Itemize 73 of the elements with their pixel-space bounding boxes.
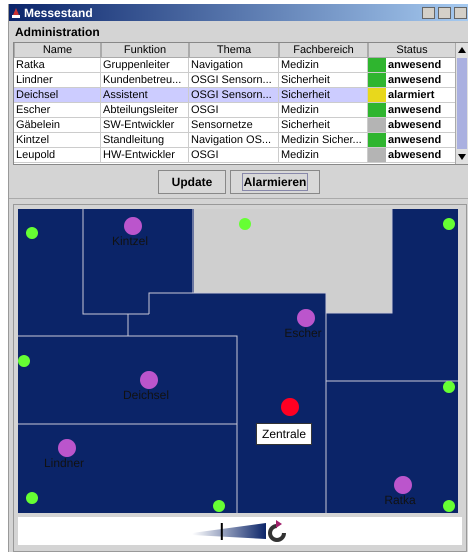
table-cell: Navigation bbox=[189, 58, 279, 73]
table-cell: OSGI Sensorn... bbox=[189, 73, 279, 88]
alarm-button[interactable]: Alarmieren bbox=[230, 170, 320, 194]
person-marker[interactable] bbox=[140, 371, 158, 389]
column-header[interactable]: Funktion bbox=[101, 43, 189, 58]
table-cell: SW-Entwickler bbox=[101, 118, 189, 133]
table-cell: Medizin Sicher... bbox=[279, 133, 368, 148]
person-marker[interactable] bbox=[394, 476, 412, 494]
refresh-icon[interactable] bbox=[266, 519, 288, 543]
center-marker[interactable] bbox=[281, 398, 299, 416]
zoom-slider[interactable] bbox=[192, 521, 266, 541]
table-cell: Medizin bbox=[279, 103, 368, 118]
person-label: Ratka bbox=[384, 493, 416, 507]
section-title: Administration bbox=[14, 24, 101, 41]
column-header[interactable]: Thema bbox=[189, 43, 279, 58]
person-marker[interactable] bbox=[58, 439, 76, 457]
table-cell: Gruppenleiter bbox=[101, 58, 189, 73]
sensor-dot bbox=[213, 500, 225, 512]
status-cell: anwesend bbox=[386, 133, 455, 148]
table-cell: Standleitung bbox=[101, 133, 189, 148]
table-cell: Sicherheit bbox=[279, 73, 368, 88]
scrollbar[interactable] bbox=[455, 43, 468, 164]
person-label: Escher bbox=[284, 326, 322, 340]
update-button[interactable]: Update bbox=[158, 170, 226, 194]
person-label: Lindner bbox=[44, 456, 84, 470]
status-cell: abwesend bbox=[386, 148, 455, 163]
table-cell: Navigation OS... bbox=[189, 133, 279, 148]
column-header[interactable]: Status bbox=[368, 43, 455, 58]
table-cell: Abteilungsleiter bbox=[101, 103, 189, 118]
table-cell: Medizin bbox=[279, 148, 368, 163]
sensor-dot bbox=[26, 227, 38, 239]
table-cell: OSGI bbox=[189, 148, 279, 163]
person-marker[interactable] bbox=[124, 217, 142, 235]
table-cell: Leupold bbox=[14, 148, 101, 163]
center-label: Zentrale bbox=[256, 423, 312, 445]
table-cell: Sicherheit bbox=[279, 88, 368, 103]
window-title: Messestand bbox=[24, 6, 94, 20]
sensor-dot bbox=[443, 500, 455, 512]
close-button[interactable] bbox=[454, 6, 467, 18]
scroll-down-icon[interactable] bbox=[457, 153, 467, 162]
maximize-button[interactable] bbox=[438, 6, 451, 18]
table-cell: Kintzel bbox=[14, 133, 101, 148]
table-cell: Sicherheit bbox=[279, 118, 368, 133]
status-cell: anwesend bbox=[386, 73, 455, 88]
person-label: Kintzel bbox=[112, 234, 148, 248]
table-cell: Lindner bbox=[14, 73, 101, 88]
table-cell: OSGI Sensorn... bbox=[189, 88, 279, 103]
sensor-dot bbox=[239, 218, 251, 230]
status-cell: anwesend bbox=[386, 58, 455, 73]
table-cell: Medizin bbox=[279, 58, 368, 73]
table-cell: Ratka bbox=[14, 58, 101, 73]
status-cell: anwesend bbox=[386, 103, 455, 118]
person-marker[interactable] bbox=[297, 309, 315, 327]
column-header[interactable]: Fachbereich bbox=[279, 43, 368, 58]
status-cell: alarmiert bbox=[386, 88, 455, 103]
sensor-dot bbox=[443, 381, 455, 393]
column-header[interactable]: Name bbox=[14, 43, 101, 58]
table-cell: Deichsel bbox=[14, 88, 101, 103]
sensor-dot bbox=[18, 355, 30, 367]
sensor-dot bbox=[443, 218, 455, 230]
table-cell: Gäbelein bbox=[14, 118, 101, 133]
minimize-button[interactable] bbox=[422, 6, 435, 18]
table-cell: HW-Entwickler bbox=[101, 148, 189, 163]
person-label: Deichsel bbox=[122, 388, 170, 402]
table-cell: Assistent bbox=[101, 88, 189, 103]
scroll-up-icon[interactable] bbox=[457, 45, 467, 54]
table-cell: Escher bbox=[14, 103, 101, 118]
sensor-dot bbox=[26, 492, 38, 504]
table-cell: Kundenbetreu... bbox=[101, 73, 189, 88]
table-cell: Sensornetze bbox=[189, 118, 279, 133]
app-icon bbox=[11, 6, 21, 18]
table-cell: OSGI bbox=[189, 103, 279, 118]
status-cell: abwesend bbox=[386, 118, 455, 133]
